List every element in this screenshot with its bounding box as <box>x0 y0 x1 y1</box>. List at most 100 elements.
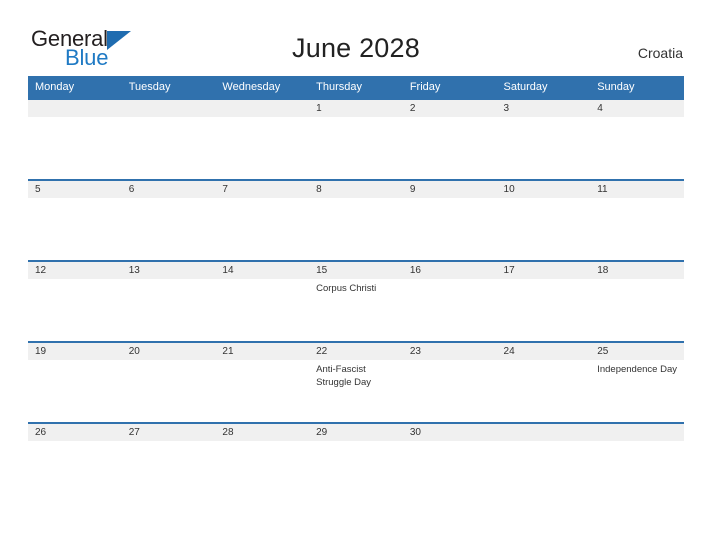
day-number: 1 <box>309 100 403 117</box>
day-events <box>28 441 122 444</box>
calendar-day-cell[interactable]: 14 <box>215 260 310 341</box>
calendar-day-cell[interactable]: 28 <box>215 422 310 503</box>
day-cell-inner: 18 <box>590 260 684 341</box>
holiday-label: Anti-Fascist Struggle Day <box>316 364 372 388</box>
calendar-day-cell[interactable]: 16 <box>402 260 497 341</box>
day-events <box>215 360 309 363</box>
calendar-day-cell[interactable]: 9 <box>402 179 497 260</box>
page-title: June 2028 <box>292 33 420 63</box>
calendar-day-cell[interactable]: 30 <box>402 422 497 503</box>
day-number <box>121 100 216 117</box>
day-events: Corpus Christi <box>309 279 403 295</box>
day-cell-inner: 26 <box>28 422 122 503</box>
day-number: 8 <box>309 181 403 198</box>
day-events <box>403 198 497 201</box>
day-cell-inner: 28 <box>215 422 310 503</box>
calendar-day-cell[interactable]: 1 <box>309 98 403 179</box>
day-events <box>215 198 309 201</box>
calendar-day-cell[interactable]: 3 <box>496 98 591 179</box>
day-number: 19 <box>28 343 122 360</box>
calendar-day-cell[interactable]: 10 <box>496 179 591 260</box>
day-cell-inner: 6 <box>121 179 216 260</box>
day-number: 29 <box>309 424 403 441</box>
calendar-day-cell[interactable]: 12 <box>28 260 122 341</box>
calendar-day-cell[interactable]: 21 <box>215 341 310 422</box>
calendar-day-cell[interactable]: 13 <box>121 260 216 341</box>
calendar-day-cell[interactable]: 26 <box>28 422 122 503</box>
day-events <box>122 117 216 120</box>
calendar-day-cell[interactable]: 15 Corpus Christi <box>309 260 403 341</box>
day-cell-inner: 24 <box>496 341 591 422</box>
calendar-day-cell[interactable]: 6 <box>121 179 216 260</box>
weekday-header-friday: Friday <box>402 76 497 98</box>
calendar-header-row: Monday Tuesday Wednesday Thursday Friday… <box>28 76 684 98</box>
day-number: 18 <box>590 262 684 279</box>
calendar-day-cell[interactable]: 27 <box>121 422 216 503</box>
day-number: 16 <box>402 262 497 279</box>
calendar-day-cell[interactable]: 29 <box>309 422 403 503</box>
day-events <box>497 441 591 444</box>
calendar-day-cell[interactable] <box>121 98 216 179</box>
day-events <box>28 279 122 282</box>
weekday-header-saturday: Saturday <box>496 76 591 98</box>
calendar-day-cell[interactable]: 2 <box>402 98 497 179</box>
day-events <box>215 441 309 444</box>
day-events <box>309 117 403 120</box>
day-number: 22 <box>309 343 403 360</box>
day-cell-inner <box>590 422 684 503</box>
calendar-day-cell[interactable]: 24 <box>496 341 591 422</box>
day-cell-inner: 29 <box>309 422 403 503</box>
day-cell-inner: 3 <box>496 98 591 179</box>
day-cell-inner: 7 <box>215 179 310 260</box>
day-events <box>122 441 216 444</box>
day-cell-inner: 23 <box>402 341 497 422</box>
day-events <box>497 198 591 201</box>
day-events <box>403 360 497 363</box>
day-cell-inner: 5 <box>28 179 122 260</box>
day-number: 25 <box>590 343 684 360</box>
calendar-day-cell[interactable] <box>28 98 122 179</box>
day-number: 4 <box>590 100 684 117</box>
weekday-header-monday: Monday <box>28 76 122 98</box>
day-events <box>403 117 497 120</box>
calendar-day-cell[interactable]: 22 Anti-Fascist Struggle Day <box>309 341 403 422</box>
day-cell-inner: 20 <box>121 341 216 422</box>
day-cell-inner: 8 <box>309 179 403 260</box>
day-cell-inner: 1 <box>309 98 403 179</box>
day-number: 9 <box>402 181 497 198</box>
calendar-day-cell[interactable]: 23 <box>402 341 497 422</box>
calendar-day-cell[interactable]: 4 <box>590 98 684 179</box>
calendar-week-row: 12 13 14 15 Corpus Christi 16 17 18 <box>28 260 684 341</box>
calendar-day-cell[interactable]: 8 <box>309 179 403 260</box>
day-events <box>215 279 309 282</box>
day-events <box>122 360 216 363</box>
calendar-day-cell[interactable]: 5 <box>28 179 122 260</box>
day-events <box>309 441 403 444</box>
day-cell-inner: 21 <box>215 341 310 422</box>
day-number: 23 <box>402 343 497 360</box>
calendar-day-cell[interactable]: 17 <box>496 260 591 341</box>
calendar-day-cell[interactable] <box>496 422 591 503</box>
day-cell-inner: 19 <box>28 341 122 422</box>
day-number: 6 <box>121 181 216 198</box>
day-cell-inner <box>496 422 591 503</box>
calendar-day-cell[interactable]: 11 <box>590 179 684 260</box>
day-cell-inner <box>121 98 216 179</box>
calendar-day-cell[interactable]: 18 <box>590 260 684 341</box>
weekday-header-wednesday: Wednesday <box>215 76 310 98</box>
day-cell-inner <box>28 98 122 179</box>
calendar-day-cell[interactable] <box>590 422 684 503</box>
calendar-day-cell[interactable]: 20 <box>121 341 216 422</box>
calendar-day-cell[interactable]: 19 <box>28 341 122 422</box>
day-cell-inner: 10 <box>496 179 591 260</box>
day-events <box>590 117 684 120</box>
calendar-day-cell[interactable] <box>215 98 310 179</box>
calendar-week-row: 1234 <box>28 98 684 179</box>
calendar-day-cell[interactable]: 25 Independence Day <box>590 341 684 422</box>
day-events <box>28 198 122 201</box>
day-number: 12 <box>28 262 122 279</box>
day-events <box>590 198 684 201</box>
day-events: Independence Day <box>590 360 684 376</box>
calendar-day-cell[interactable]: 7 <box>215 179 310 260</box>
day-cell-inner: 13 <box>121 260 216 341</box>
